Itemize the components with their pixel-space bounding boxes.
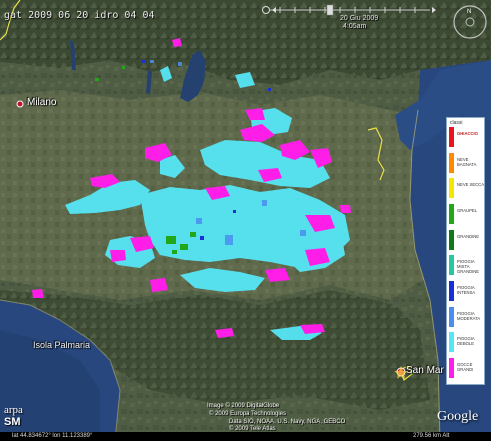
map-viewer[interactable]: { "overlay_title": "gat 2009 06 20 idro …: [0, 0, 491, 441]
legend-swatch: [449, 178, 454, 198]
legend-label: PIOGGIA DEBOLE: [457, 336, 475, 346]
overlay-title: gat 2009 06 20 idro 04 04: [4, 10, 155, 21]
legend-label: NEVE SECCA: [457, 182, 484, 187]
legend-title: classi: [450, 120, 463, 126]
time-clock: 4:05am: [343, 23, 367, 30]
legend-swatch: [449, 127, 454, 147]
legend-panel: classi GHIACCIO NEVE BAGNATA NEVE SECCA …: [446, 117, 485, 385]
legend-item: PIOGGIA MODERATA: [447, 307, 484, 327]
legend-swatch: [449, 255, 454, 275]
time-date: 20 Giu 2009: [340, 15, 379, 22]
legend-item: GOCCE GRANDI: [447, 358, 484, 378]
legend-label: NEVE BAGNATA: [457, 157, 477, 167]
google-logo: Google: [437, 409, 479, 424]
legend-label: GRANDINE: [457, 234, 480, 239]
place-label-isola-palmaria[interactable]: Isola Palmaria: [33, 340, 90, 350]
pointer-coordinates: lat 44.834672° lon 11.123389°: [12, 433, 93, 439]
svg-text:N: N: [467, 9, 471, 15]
legend-swatch: [449, 332, 454, 352]
legend-label: GOCCE GRANDI: [457, 362, 474, 372]
time-slider-handle: [326, 4, 334, 16]
legend-label: GHIACCIO: [457, 131, 478, 136]
legend-item: NEVE BAGNATA: [447, 153, 484, 173]
legend-item: GHIACCIO: [447, 127, 484, 147]
arpa-logo-sub: SM: [4, 416, 21, 428]
legend-swatch: [449, 230, 454, 250]
credit-line: © 2009 Europa Technologies: [209, 411, 287, 417]
place-label-milano[interactable]: Milano: [27, 97, 56, 108]
legend-swatch: [449, 307, 454, 327]
legend-item: PIOGGIA DEBOLE: [447, 332, 484, 352]
legend-item: NEVE SECCA: [447, 178, 484, 198]
legend-label: PIOGGIA INTENSA: [457, 285, 476, 295]
legend-label: GRAUPEL: [457, 208, 478, 213]
legend-swatch: [449, 204, 454, 224]
legend-item: GRANDINE: [447, 230, 484, 250]
credit-line: Image © 2009 DigitalGlobe: [207, 403, 280, 409]
legend-label: PIOGGIA MODERATA: [457, 311, 481, 321]
arpa-logo: arpa: [4, 404, 23, 416]
legend-swatch: [449, 153, 454, 173]
eye-altitude: 279.56 km Alt: [413, 433, 450, 439]
legend-swatch: [449, 281, 454, 301]
legend-swatch: [449, 358, 454, 378]
place-label-san-marino[interactable]: San Mar: [406, 365, 444, 376]
legend-item: PIOGGIA INTENSA: [447, 281, 484, 301]
credit-line: Data SIO, NOAA, U.S. Navy, NGA, GEBCO: [229, 419, 346, 425]
legend-item: PIOGGIA MISTA GRANDINE: [447, 255, 484, 275]
legend-item: GRAUPEL: [447, 204, 484, 224]
milano-marker[interactable]: [16, 100, 24, 108]
legend-label: PIOGGIA MISTA GRANDINE: [457, 259, 480, 274]
